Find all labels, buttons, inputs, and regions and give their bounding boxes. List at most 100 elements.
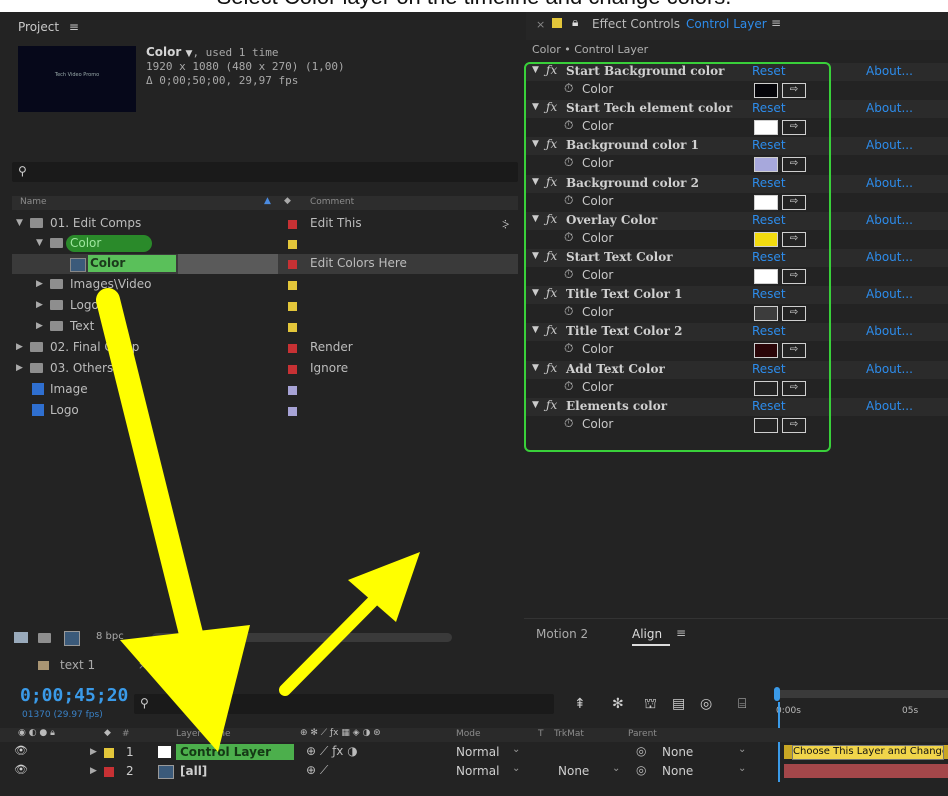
project-row-color-folder[interactable]: ▼ Color bbox=[12, 234, 518, 254]
column-name-header[interactable]: Name bbox=[20, 197, 47, 207]
pickwhip-icon[interactable]: ◎ bbox=[636, 763, 646, 777]
project-row-final-comp[interactable]: ▶ 02. Final Comp Render bbox=[12, 338, 518, 358]
layer-row-all[interactable]: 👁︎ ▶ 2 [all] ⊕ ⟋ Normal ⌄ None ⌄ ◎ None … bbox=[0, 763, 948, 780]
graph-editor-icon[interactable]: ⌸ bbox=[738, 696, 746, 712]
shy-layers-icon[interactable]: ⛫ bbox=[644, 696, 657, 714]
current-timecode[interactable]: 0;00;45;20 bbox=[20, 685, 128, 706]
collapse-triangle-icon[interactable]: ▶ bbox=[16, 363, 23, 373]
av-switches-icon: ◉ ◐ ● 🔒︎ bbox=[18, 728, 55, 738]
expand-triangle-icon[interactable]: ▶ bbox=[90, 747, 97, 757]
layer-marker-comment[interactable]: Choose This Layer and Change bbox=[792, 745, 944, 760]
project-panel-title[interactable]: Project ≡ bbox=[18, 20, 79, 34]
about-link[interactable]: About... bbox=[866, 64, 913, 78]
mode-dropdown-icon[interactable]: ⌄ bbox=[512, 763, 520, 774]
label-color-swatch[interactable] bbox=[288, 260, 297, 269]
about-link[interactable]: About... bbox=[866, 213, 913, 227]
label-color-swatch[interactable] bbox=[288, 240, 297, 249]
effect-controls-title[interactable]: Effect Controls bbox=[592, 17, 680, 31]
layer-row-control-layer[interactable]: 👁︎ ▶ 1 Control Layer ⊕ ⟋ ƒx ◑ Normal ⌄ ◎… bbox=[0, 744, 948, 761]
about-link[interactable]: About... bbox=[866, 101, 913, 115]
about-link[interactable]: About... bbox=[866, 176, 913, 190]
folder-icon bbox=[50, 279, 63, 289]
layer-parent[interactable]: None bbox=[662, 745, 693, 759]
collapse-triangle-icon[interactable]: ▶ bbox=[36, 300, 43, 310]
new-folder-icon[interactable] bbox=[38, 633, 51, 643]
parent-dropdown-icon[interactable]: ⌄ bbox=[738, 763, 746, 774]
panel-menu-icon[interactable]: ≡ bbox=[220, 658, 230, 672]
about-link[interactable]: About... bbox=[866, 399, 913, 413]
selected-item-usage: , used 1 time bbox=[192, 46, 279, 59]
about-link[interactable]: About... bbox=[866, 362, 913, 376]
layer-trkmat[interactable]: None bbox=[558, 764, 589, 778]
project-row-color-comp[interactable]: Color Edit Colors Here bbox=[12, 254, 518, 274]
navigator-start-handle[interactable] bbox=[774, 687, 780, 701]
tab-text-1[interactable]: text 1 bbox=[60, 658, 95, 672]
comp-mini-flowchart-icon[interactable]: ⇞ bbox=[574, 696, 586, 712]
timeline-search-input[interactable] bbox=[134, 694, 554, 714]
trkmat-dropdown-icon[interactable]: ⌄ bbox=[612, 763, 620, 774]
project-row-others[interactable]: ▶ 03. Others Ignore bbox=[12, 359, 518, 379]
about-link[interactable]: About... bbox=[866, 287, 913, 301]
visibility-eye-icon[interactable]: 👁︎ bbox=[14, 744, 28, 757]
layer-duration-bar[interactable] bbox=[784, 764, 948, 778]
label-color-swatch[interactable] bbox=[288, 281, 297, 290]
bit-depth-label[interactable]: 8 bpc bbox=[96, 631, 124, 642]
about-link[interactable]: About... bbox=[866, 250, 913, 264]
time-navigator-bar[interactable] bbox=[776, 690, 948, 698]
lock-icon[interactable]: 🔒︎ bbox=[572, 15, 578, 30]
frame-blending-icon[interactable]: ▤ bbox=[672, 696, 685, 712]
about-link[interactable]: About... bbox=[866, 138, 913, 152]
label-color-swatch[interactable] bbox=[288, 220, 297, 229]
layer-name-header[interactable]: Layer Name bbox=[176, 729, 231, 739]
pickwhip-icon[interactable]: ◎ bbox=[636, 744, 646, 758]
collapse-triangle-icon[interactable]: ▶ bbox=[16, 342, 23, 352]
hierarchy-icon[interactable]: ⸖ bbox=[502, 215, 509, 233]
panel-menu-icon[interactable]: ≡ bbox=[771, 16, 781, 30]
label-color-swatch[interactable] bbox=[288, 302, 297, 311]
expand-triangle-icon[interactable]: ▼ bbox=[16, 218, 23, 228]
label-color-swatch[interactable] bbox=[288, 323, 297, 332]
visibility-eye-icon[interactable]: 👁︎ bbox=[14, 763, 28, 776]
column-comment-header[interactable]: Comment bbox=[310, 197, 354, 207]
panel-menu-icon[interactable]: ≡ bbox=[676, 626, 686, 640]
layer-switches[interactable]: ⊕ ⟋ ƒx ◑ bbox=[306, 744, 358, 759]
project-row-text-folder[interactable]: ▶ Text bbox=[12, 317, 518, 337]
project-row-image[interactable]: Image bbox=[12, 380, 518, 400]
panel-menu-icon[interactable]: ≡ bbox=[69, 20, 79, 34]
tab-motion[interactable]: Motion 2 bbox=[536, 627, 588, 641]
new-composition-icon[interactable] bbox=[64, 631, 80, 646]
parent-dropdown-icon[interactable]: ⌄ bbox=[738, 744, 746, 755]
mode-dropdown-icon[interactable]: ⌄ bbox=[512, 744, 520, 755]
draft-3d-icon[interactable]: ✻ bbox=[612, 696, 624, 712]
expand-triangle-icon[interactable]: ▼ bbox=[36, 238, 43, 248]
project-row-images-video[interactable]: ▶ Images\Video bbox=[12, 275, 518, 295]
project-row-logo-file[interactable]: Logo bbox=[12, 401, 518, 421]
expand-triangle-icon[interactable]: ▶ bbox=[90, 766, 97, 776]
layer-label-swatch[interactable] bbox=[104, 748, 114, 758]
layer-name[interactable]: Control Layer bbox=[180, 745, 271, 759]
label-color-swatch[interactable] bbox=[288, 407, 297, 416]
collapse-triangle-icon[interactable]: ▶ bbox=[36, 321, 43, 331]
project-scrollbar[interactable] bbox=[152, 633, 452, 642]
layer-name[interactable]: [all] bbox=[180, 764, 207, 778]
layer-parent[interactable]: None bbox=[662, 764, 693, 778]
label-color-swatch[interactable] bbox=[288, 365, 297, 374]
collapse-triangle-icon[interactable]: ▶ bbox=[36, 279, 43, 289]
interpret-footage-icon[interactable] bbox=[14, 632, 28, 643]
tab-align[interactable]: Align bbox=[632, 627, 662, 641]
close-tab-icon[interactable]: × bbox=[138, 659, 147, 672]
layer-mode[interactable]: Normal bbox=[456, 745, 499, 759]
layer-mode[interactable]: Normal bbox=[456, 764, 499, 778]
effect-controls-layer-name[interactable]: Control Layer bbox=[686, 17, 767, 31]
layer-switches[interactable]: ⊕ ⟋ bbox=[306, 763, 328, 778]
motion-blur-icon[interactable]: ◎ bbox=[700, 696, 712, 712]
project-row-edit-comps[interactable]: ▼ 01. Edit Comps Edit This ⸖ bbox=[12, 214, 518, 234]
sort-ascending-icon[interactable]: ▲ bbox=[264, 196, 271, 206]
project-row-logo-folder[interactable]: ▶ Logo bbox=[12, 296, 518, 316]
close-tab-icon[interactable]: × bbox=[536, 18, 545, 31]
label-color-swatch[interactable] bbox=[288, 386, 297, 395]
layer-label-swatch[interactable] bbox=[104, 767, 114, 777]
label-color-swatch[interactable] bbox=[288, 344, 297, 353]
project-search-input[interactable]: ⚲ bbox=[12, 162, 518, 182]
about-link[interactable]: About... bbox=[866, 324, 913, 338]
